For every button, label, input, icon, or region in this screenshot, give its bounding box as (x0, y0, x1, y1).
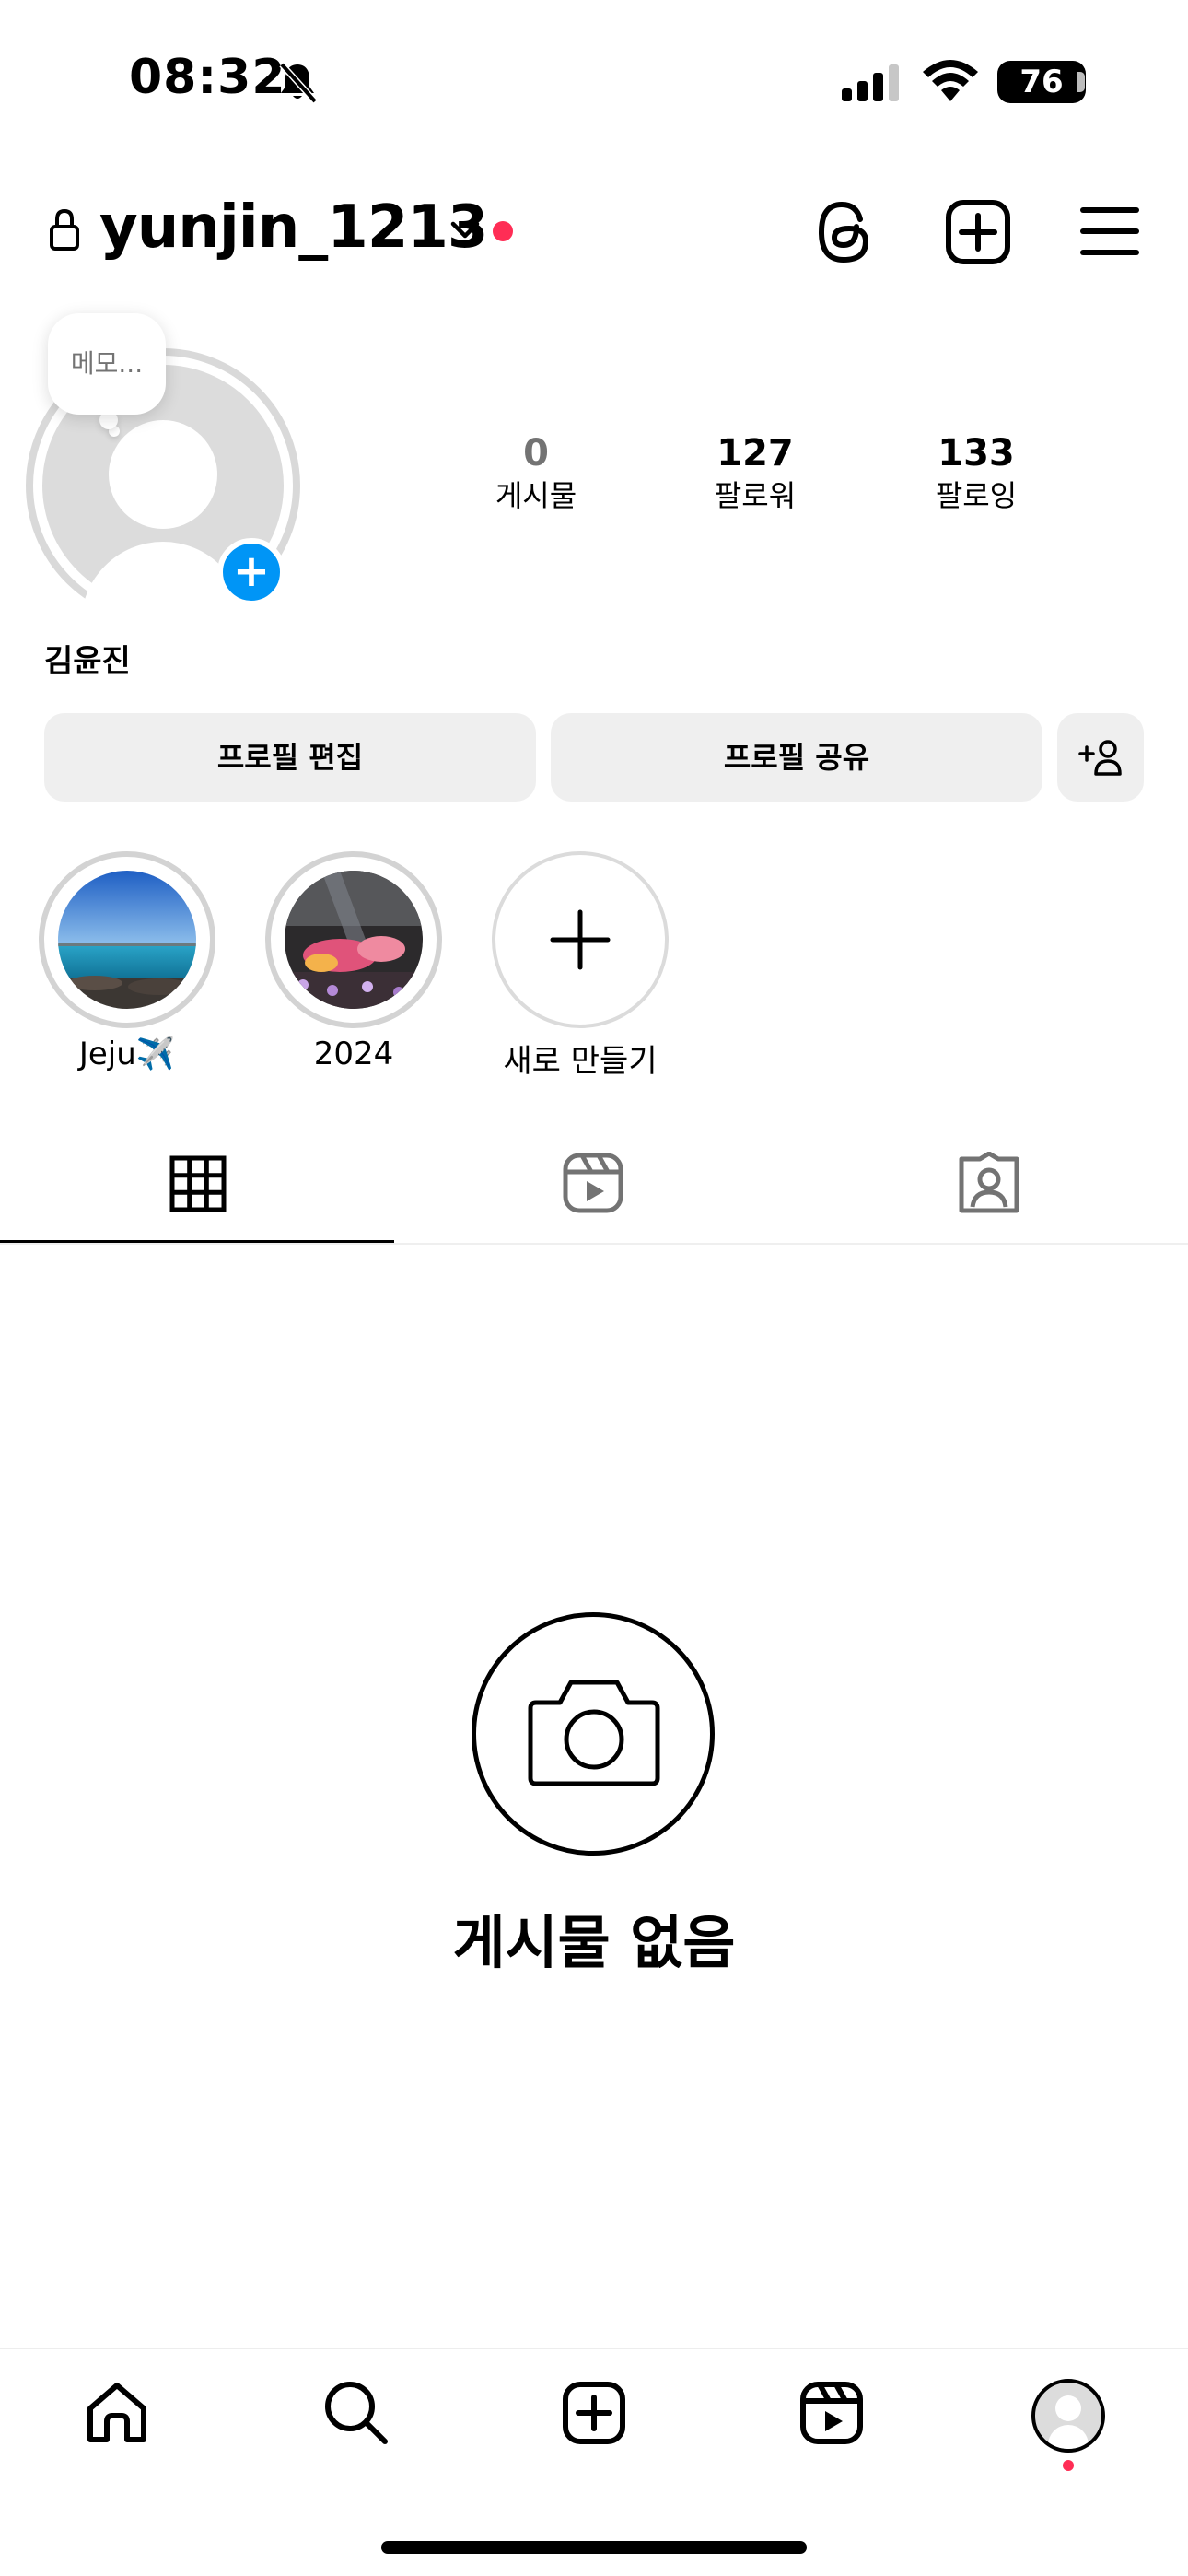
highlight-jeju[interactable] (39, 851, 215, 1028)
battery-level: 76 (997, 61, 1086, 103)
memo-bubble[interactable]: 메모... (48, 313, 166, 415)
wifi-icon (923, 60, 978, 101)
reels-icon[interactable] (799, 2381, 864, 2445)
share-profile-button[interactable]: 프로필 공유 (551, 713, 1042, 802)
home-indicator (381, 2541, 807, 2554)
bell-slash-icon (279, 62, 318, 104)
camera-icon (528, 1680, 660, 1786)
edit-profile-button[interactable]: 프로필 편집 (44, 713, 536, 802)
highlight-2024[interactable] (265, 851, 442, 1028)
reels-icon[interactable] (562, 1152, 624, 1214)
tab-divider (0, 1243, 1188, 1245)
avatar-placeholder-body (1048, 2425, 1089, 2449)
profile-tab-avatar[interactable] (1031, 2379, 1105, 2453)
chevron-down-icon[interactable] (449, 219, 481, 241)
avatar-placeholder-head (1055, 2395, 1081, 2421)
stat-label: 팔로잉 (935, 478, 1018, 513)
stat-label: 게시물 (495, 478, 577, 513)
highlight-label: 새로 만들기 (503, 1043, 658, 1080)
highlight-label: Jeju✈️ (78, 1036, 176, 1072)
menu-icon[interactable] (1079, 205, 1140, 258)
highlight-2024-image (285, 871, 423, 1009)
signal-icon (842, 64, 899, 101)
plus-icon (550, 909, 611, 970)
stat-label: 팔로워 (714, 478, 797, 513)
profile-username[interactable]: yunjin_1213 (99, 193, 488, 262)
threads-icon[interactable] (814, 199, 877, 265)
stat-value: 127 (716, 432, 794, 474)
tagged-icon[interactable] (958, 1152, 1020, 1216)
create-icon[interactable] (562, 2381, 626, 2445)
bottom-nav-divider (0, 2348, 1188, 2349)
add-story-plus-icon[interactable]: + (217, 538, 285, 606)
stat-following[interactable]: 133 팔로잉 (884, 431, 1068, 516)
highlight-label: 2024 (313, 1036, 394, 1072)
discover-people-button[interactable] (1057, 713, 1144, 802)
stat-posts: 0 게시물 (444, 431, 628, 516)
new-post-icon[interactable] (945, 199, 1011, 265)
avatar-placeholder-head (109, 420, 217, 529)
new-highlight-button[interactable] (492, 851, 669, 1028)
grid-icon[interactable] (169, 1155, 227, 1212)
add-person-icon (1078, 740, 1122, 776)
display-name: 김윤진 (44, 643, 131, 680)
home-icon[interactable] (85, 2381, 149, 2445)
highlight-jeju-image (58, 871, 196, 1009)
status-time: 08:32 (129, 50, 286, 105)
profile-notification-dot (1063, 2460, 1074, 2471)
stat-followers[interactable]: 127 팔로워 (663, 431, 847, 516)
account-notification-dot (493, 221, 513, 241)
active-tab-indicator (0, 1240, 394, 1243)
search-icon[interactable] (322, 2379, 389, 2445)
battery-nub (1077, 72, 1085, 92)
empty-posts-title: 게시물 없음 (452, 1909, 736, 1976)
stat-value: 0 (523, 432, 549, 474)
stat-value: 133 (938, 432, 1015, 474)
lock-icon (50, 208, 79, 251)
